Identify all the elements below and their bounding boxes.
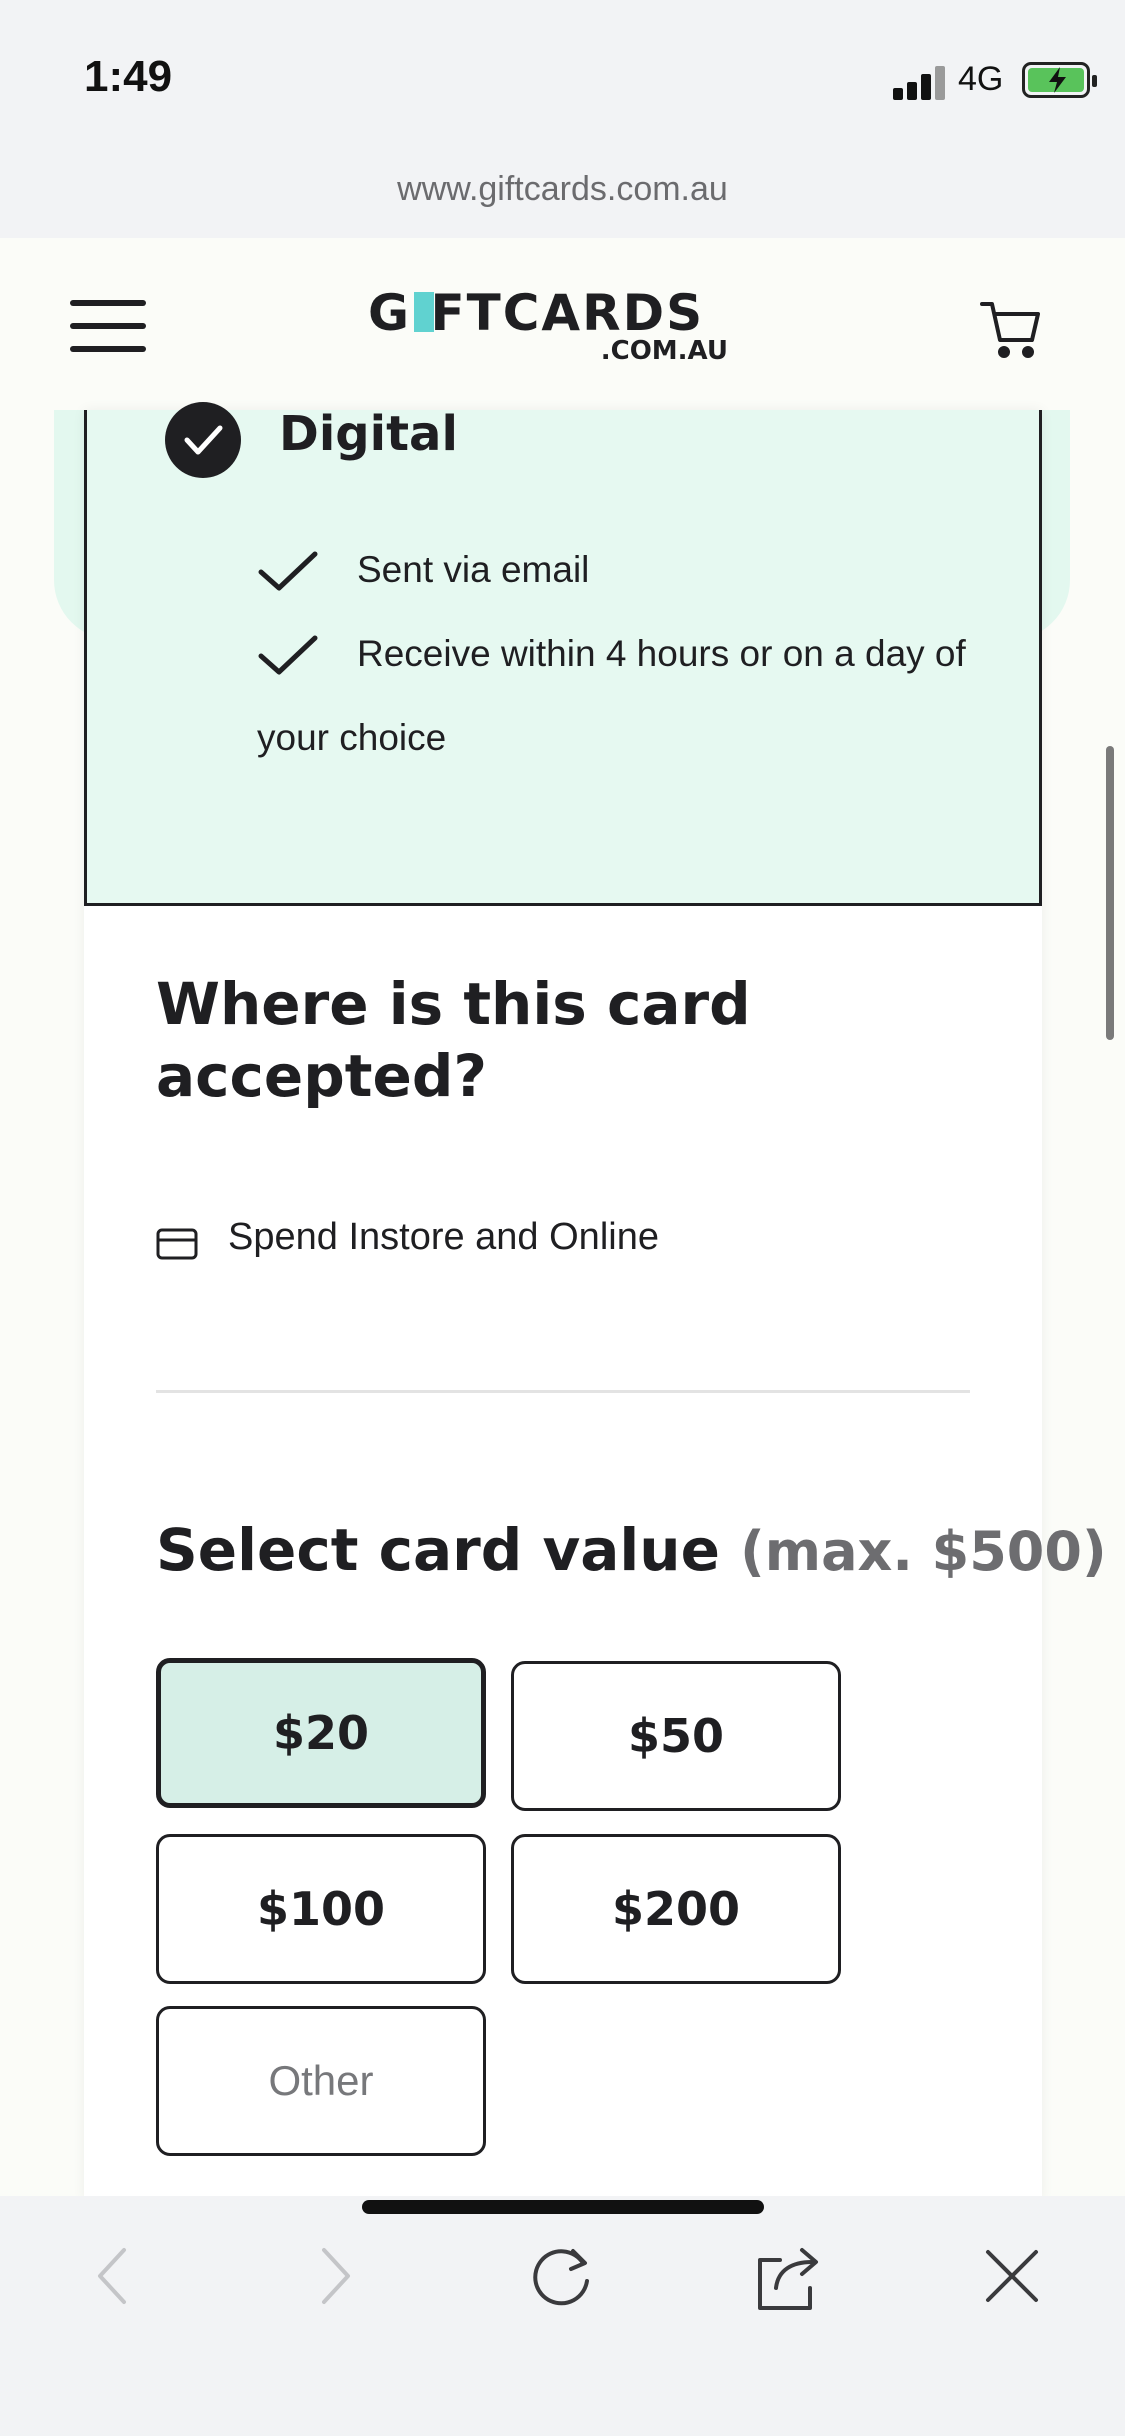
digital-option-panel[interactable]: Digital Sent via email Receive within 4 …	[84, 402, 1042, 906]
value-option-20[interactable]: $20	[156, 1658, 486, 1808]
url-bar[interactable]: www.giftcards.com.au	[0, 170, 1125, 209]
site-header: G FTCARDS .COM.AU	[0, 238, 1125, 410]
battery-icon	[1022, 62, 1097, 98]
digital-title: Digital	[279, 406, 458, 462]
card-value-title: Select card value	[156, 1516, 720, 1584]
status-and-url-bar: 1:49 4G www.giftcards.com.au	[0, 0, 1125, 238]
status-time: 1:49	[84, 52, 173, 101]
share-icon[interactable]	[748, 2236, 828, 2316]
check-circle-icon	[165, 402, 241, 478]
acceptance-heading: Where is this card accepted?	[156, 970, 751, 1110]
feature-item: Sent via email	[257, 528, 997, 612]
value-option-200[interactable]: $200	[511, 1834, 841, 1984]
divider	[156, 1390, 970, 1393]
cart-icon[interactable]	[978, 296, 1044, 362]
hamburger-menu-icon[interactable]	[70, 300, 146, 352]
feature-item: Receive within 4 hours or on a day of yo…	[257, 612, 997, 780]
home-indicator[interactable]	[362, 2200, 764, 2214]
network-label: 4G	[958, 60, 1004, 98]
card-icon	[156, 1228, 198, 1260]
scrollbar[interactable]	[1106, 746, 1114, 1040]
checkmark-icon	[258, 551, 318, 591]
acceptance-text: Spend Instore and Online	[228, 1216, 659, 1258]
card-value-max: (max. $500)	[740, 1520, 1107, 1583]
logo-accent-bar	[414, 292, 434, 332]
checkmark-icon	[258, 635, 318, 675]
forward-icon[interactable]	[296, 2236, 376, 2316]
value-option-100[interactable]: $100	[156, 1834, 486, 1984]
back-icon[interactable]	[72, 2236, 152, 2316]
giftcards-logo[interactable]: G FTCARDS .COM.AU	[368, 284, 728, 368]
card-value-heading: Select card value (max. $500)	[156, 1514, 1107, 1588]
feature-text: Receive within 4 hours or on a day of yo…	[257, 633, 966, 758]
value-option-other[interactable]: Other	[156, 2006, 486, 2156]
reload-icon[interactable]	[522, 2236, 602, 2316]
browser-toolbar	[0, 2196, 1125, 2436]
logo-subtext: .COM.AU	[600, 336, 728, 366]
signal-icon	[893, 66, 945, 100]
close-icon[interactable]	[972, 2236, 1052, 2316]
value-option-50[interactable]: $50	[511, 1661, 841, 1811]
